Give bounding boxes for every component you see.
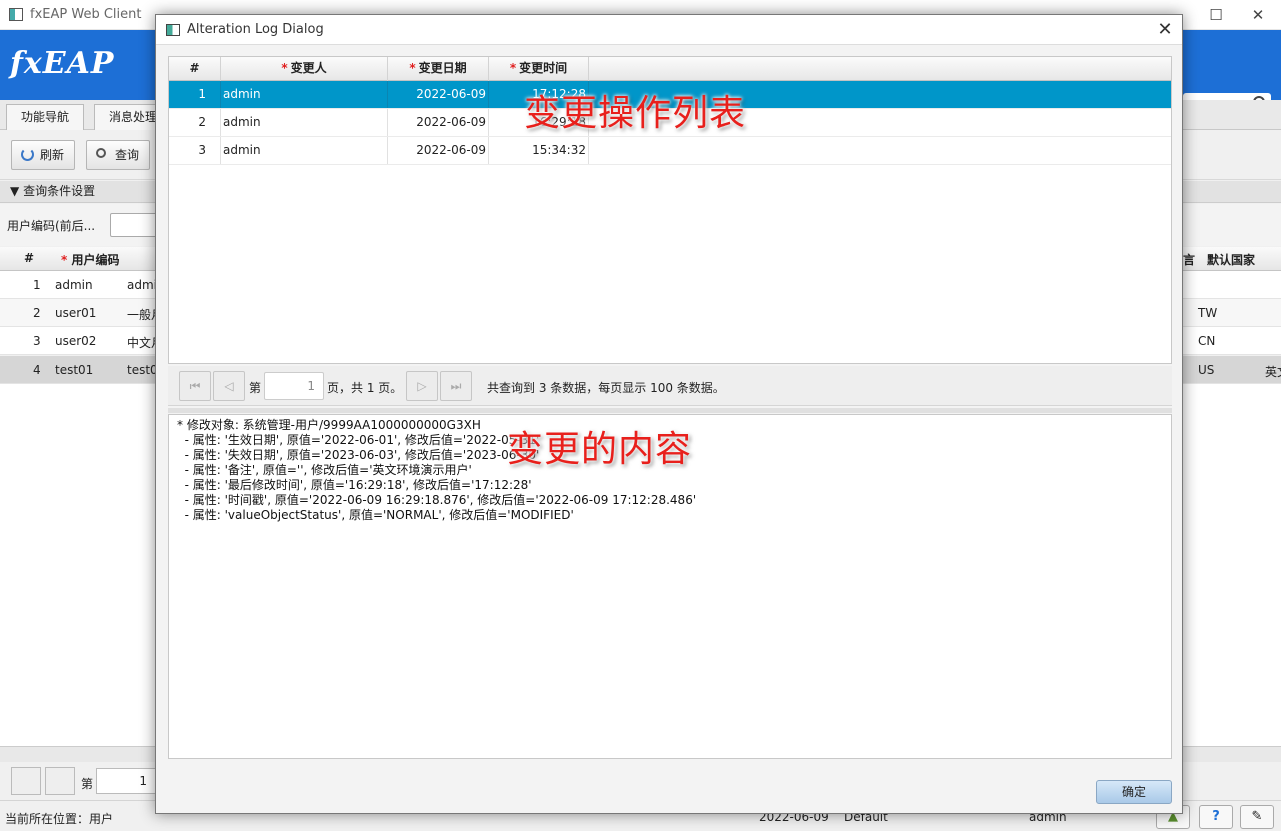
tab-function-nav[interactable]: 功能导航 (6, 104, 85, 130)
change-line: - 属性: '时间戳', 原值='2022-06-09 16:29:18.876… (177, 493, 697, 507)
ok-button[interactable]: 确定 (1096, 780, 1172, 804)
row-country: CN (1198, 334, 1216, 348)
row-index: 2 (169, 109, 221, 136)
dialog-title: Alteration Log Dialog (187, 22, 324, 37)
col-change-time[interactable]: * 变更时间 (489, 57, 589, 81)
row-user-name: test0 (127, 363, 158, 377)
col-change-date[interactable]: * 变更日期 (388, 57, 489, 81)
notes-icon[interactable]: ✎ (1240, 805, 1274, 829)
query-label: 查询 (115, 148, 140, 162)
dialog-close-icon[interactable]: ✕ (1152, 18, 1178, 42)
page-total-label: 页，共 1 页。 (327, 381, 403, 395)
app-logo: fxEAP (10, 46, 115, 81)
change-log-header: # * 变更人 * 变更日期 * 变更时间 (169, 57, 1171, 81)
col-index[interactable]: # (24, 251, 34, 265)
col-changed-by[interactable]: * 变更人 (221, 57, 388, 81)
status-location: 当前所在位置：用户 (5, 812, 114, 826)
col-user-code-label: 用户编码 (71, 253, 120, 267)
row-user-code: user01 (55, 306, 97, 320)
maximize-icon[interactable]: ☐ (1196, 4, 1236, 26)
required-star: * (281, 61, 288, 75)
app-window-icon (9, 8, 23, 21)
row-index: 3 (33, 334, 41, 348)
condition-header-label: 查询条件设置 (23, 184, 96, 198)
row-change-date: 2022-06-09 (388, 137, 489, 164)
table-row[interactable]: 3 admin 2022-06-09 15:34:32 (169, 137, 1171, 165)
annotation-change-list: 变更操作列表 (524, 93, 747, 134)
page-prefix-label: 第 (81, 777, 94, 791)
change-line: - 属性: 'valueObjectStatus', 原值='NORMAL', … (177, 508, 574, 522)
row-index: 2 (33, 306, 41, 320)
dialog-window-icon (166, 24, 180, 36)
row-index: 1 (169, 81, 221, 108)
row-user-code: user02 (55, 334, 97, 348)
col-index[interactable]: # (169, 57, 221, 81)
row-country: TW (1198, 306, 1218, 320)
col-change-date-label: 变更日期 (418, 61, 467, 75)
refresh-icon (21, 148, 34, 161)
col-user-code[interactable]: * 用户编码 (61, 251, 119, 268)
row-extra: 英文 (1265, 365, 1281, 379)
last-page-icon[interactable]: ⏭ (440, 371, 472, 401)
page-number-input[interactable] (264, 372, 324, 400)
row-user-code: test01 (55, 363, 94, 377)
row-index: 4 (33, 363, 41, 377)
required-star: * (509, 61, 517, 75)
window-close-icon[interactable]: ✕ (1238, 4, 1278, 26)
col-changed-by-label: 变更人 (290, 61, 327, 75)
change-line: - 属性: '最后修改时间', 原值='16:29:18', 修改后值='17:… (177, 478, 532, 492)
refresh-button[interactable]: 刷新 (11, 140, 76, 170)
row-user-name: admi (127, 278, 157, 292)
app-title: fxEAP Web Client (30, 7, 142, 22)
row-index: 3 (169, 137, 221, 164)
query-summary: 共查询到 3 条数据，每页显示 100 条数据。 (487, 381, 725, 395)
col-default-country[interactable]: 默认国家 (1207, 251, 1255, 268)
row-change-date: 2022-06-09 (388, 81, 489, 108)
dialog-titlebar[interactable]: Alteration Log Dialog ✕ (156, 15, 1182, 45)
help-icon[interactable]: ? (1199, 805, 1233, 829)
first-page-icon[interactable]: ⏮ (179, 371, 211, 401)
row-country: US (1198, 363, 1215, 377)
prev-page-icon[interactable]: ◁ (213, 371, 245, 401)
page-number-input[interactable]: 1 (96, 768, 156, 794)
row-change-time: 15:34:32 (489, 137, 589, 164)
annotation-change-content: 变更的内容 (507, 429, 693, 470)
next-page-icon[interactable]: ▷ (406, 371, 438, 401)
prev-page-button[interactable] (45, 767, 75, 795)
required-star: * (61, 253, 68, 267)
row-index: 1 (33, 278, 41, 292)
refresh-label: 刷新 (40, 148, 65, 162)
row-changed-by: admin (221, 81, 388, 108)
search-icon (96, 148, 106, 158)
dialog-pager: ⏮ ◁ 第 页，共 1 页。 ▷ ⏭ 共查询到 3 条数据，每页显示 100 条… (168, 366, 1172, 406)
user-code-label: 用户编码(前后... (7, 219, 96, 233)
col-change-time-label: 变更时间 (519, 61, 568, 75)
row-changed-by: admin (221, 137, 388, 164)
row-user-code: admin (55, 278, 93, 292)
row-changed-by: admin (221, 109, 388, 136)
query-button[interactable]: 查询 (86, 140, 151, 170)
col-partial[interactable]: 言 (1183, 251, 1195, 268)
row-change-date: 2022-06-09 (388, 109, 489, 136)
page-prefix-label: 第 (249, 381, 262, 395)
table-empty-area (169, 165, 1171, 365)
first-page-button[interactable] (11, 767, 41, 795)
required-star: * (409, 61, 416, 75)
split-pane-divider[interactable] (168, 408, 1172, 413)
collapse-triangle-icon: ▼ (10, 184, 20, 198)
